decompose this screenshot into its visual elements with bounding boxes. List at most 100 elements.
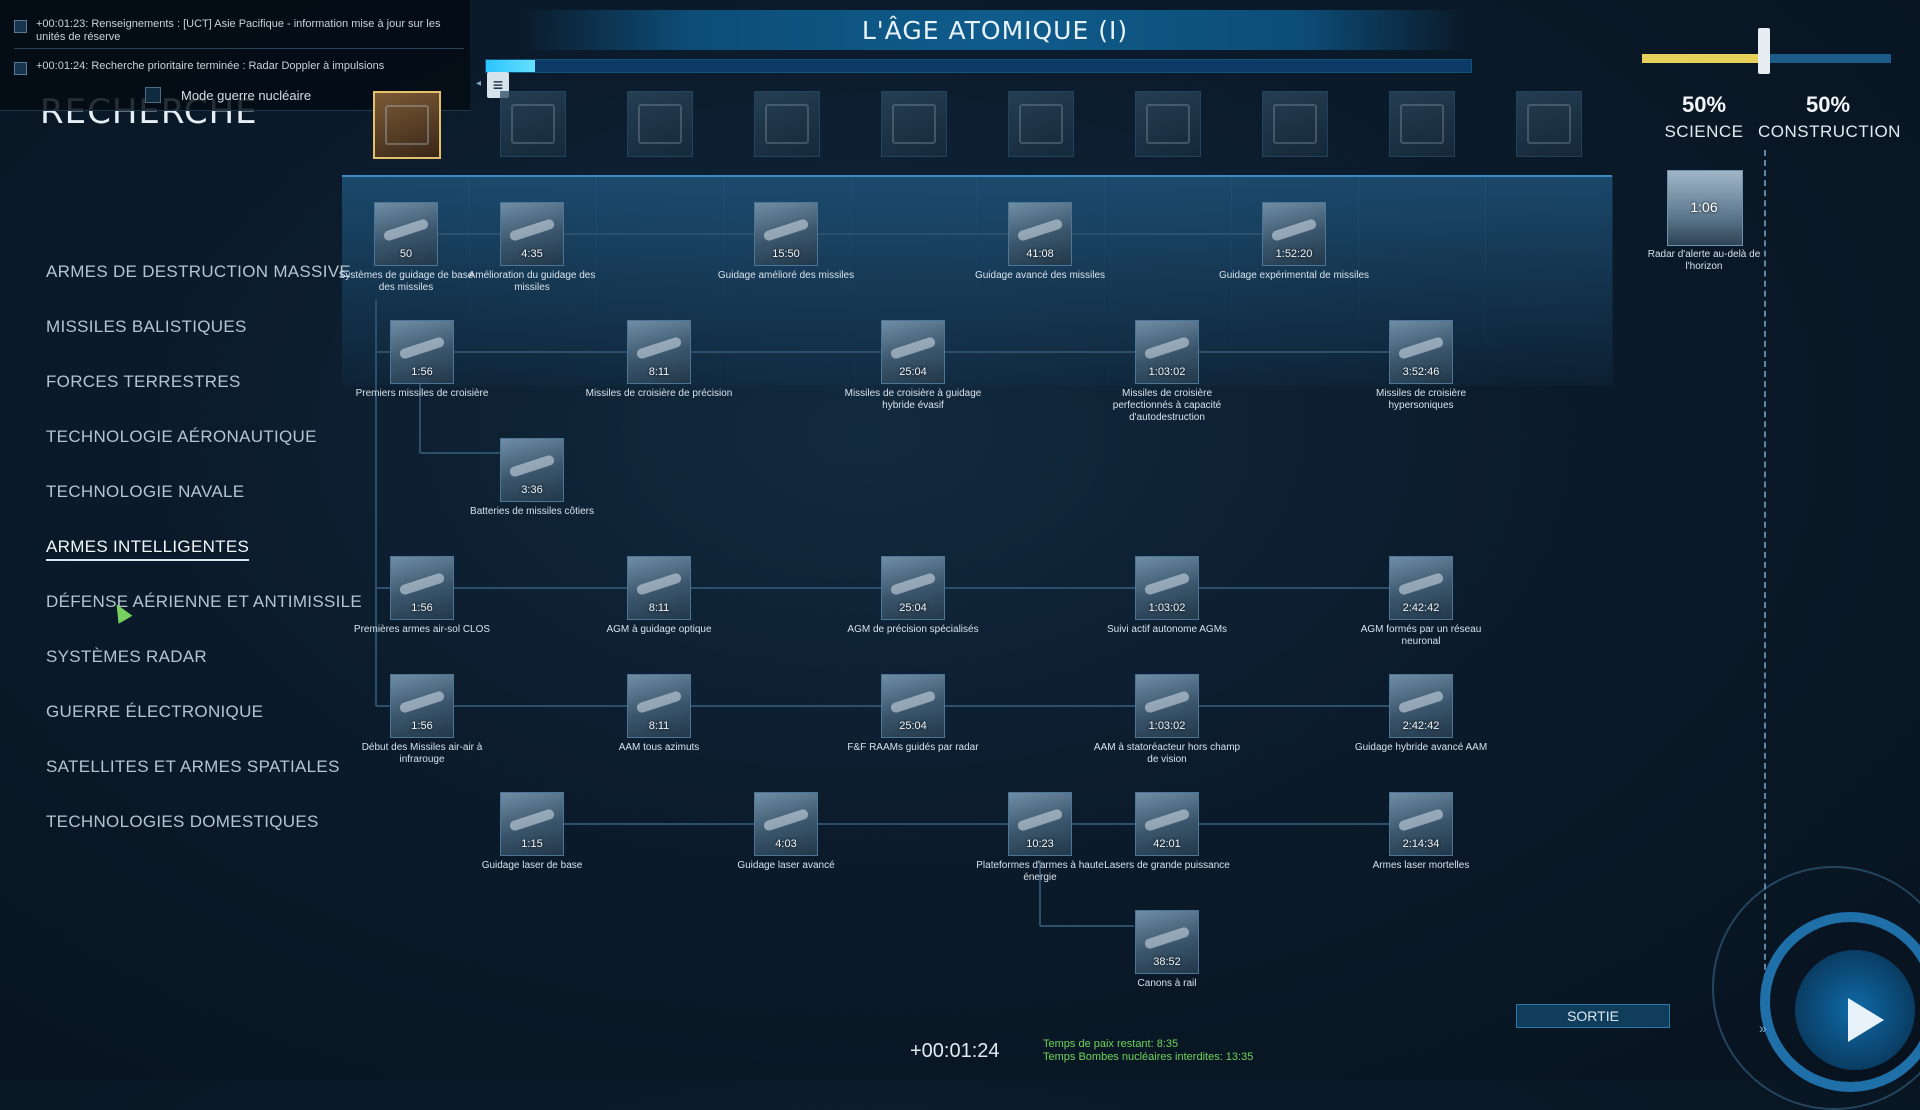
tech-label: Amélioration du guidage des missiles <box>468 270 596 293</box>
category-ballistic-missiles[interactable]: MISSILES BALISTIQUES <box>46 317 247 337</box>
tree-top-border <box>342 175 1612 177</box>
era-thumb-future-icon[interactable] <box>1516 91 1582 157</box>
tech-node[interactable]: 1:56 Début des Missiles air-air à infraro… <box>346 674 496 784</box>
queued-research-label: Radar d'alerte au-delà de l'horizon <box>1647 249 1761 272</box>
tech-time: 38:52 <box>1153 956 1181 968</box>
era-thumb-smartphone-icon[interactable] <box>1135 91 1201 157</box>
category-smart-weapons[interactable]: ARMES INTELLIGENTES <box>46 537 250 561</box>
tech-label: AGM à guidage optique <box>606 624 712 635</box>
category-aeronautics[interactable]: TECHNOLOGIE AÉRONAUTIQUE <box>46 427 317 447</box>
category-wmd[interactable]: ARMES DE DESTRUCTION MASSIVE <box>46 262 351 282</box>
tech-node[interactable]: 38:52 Canons à rail <box>1091 910 1241 1020</box>
tech-label: Missiles de croisière perfectionnés à ca… <box>1112 388 1222 423</box>
tech-label: Guidage avancé des missiles <box>974 270 1106 281</box>
exit-button[interactable]: SORTIE <box>1516 1004 1670 1028</box>
notification-divider <box>14 48 464 49</box>
collapse-arrow-icon[interactable]: ◂ <box>476 78 481 89</box>
tech-time: 15:50 <box>772 248 800 260</box>
era-thumb-computer-icon[interactable] <box>881 91 947 157</box>
tech-node[interactable]: 41:08 Guidage avancé des missiles <box>964 202 1114 312</box>
tech-node[interactable]: 8:11 AGM à guidage optique <box>583 556 733 666</box>
notification-item[interactable]: +00:01:24: Recherche prioritaire terminé… <box>14 60 454 75</box>
tech-time: 1:03:02 <box>1148 720 1186 732</box>
construction-percent: 50% <box>1805 92 1851 117</box>
tech-label: Canons à rail <box>1137 978 1197 989</box>
notification-checkbox[interactable] <box>14 62 27 75</box>
era-thumb-laptop-icon[interactable] <box>1008 91 1074 157</box>
game-clock: +00:01:24 <box>910 1040 1000 1062</box>
era-thumb-drone-icon[interactable] <box>1389 91 1455 157</box>
notification-checkbox[interactable] <box>14 20 27 33</box>
play-icon <box>1848 998 1884 1042</box>
era-thumb-oscilloscope-icon[interactable] <box>627 91 693 157</box>
tech-node[interactable]: 2:14:34 Armes laser mortelles <box>1345 792 1495 902</box>
tech-label: Premiers missiles de croisière <box>355 388 489 399</box>
tech-label: AAM à statoréacteur hors champ de vision <box>1093 742 1241 765</box>
tech-time: 2:42:42 <box>1402 602 1440 614</box>
tech-node[interactable]: 4:35 Amélioration du guidage des missiles <box>456 202 606 312</box>
tech-node[interactable]: 15:50 Guidage amélioré des missiles <box>710 202 860 312</box>
tech-label: Suivi actif autonome AGMs <box>1106 624 1228 635</box>
tech-node[interactable]: 25:04 Missiles de croisière à guidage hyb… <box>837 320 987 430</box>
tech-label: Batteries de missiles côtiers <box>470 506 594 517</box>
tech-label: Guidage hybride avancé AAM <box>1354 742 1488 753</box>
fast-forward-icon[interactable]: » <box>1759 1020 1767 1036</box>
tech-label: Missiles de croisière hypersoniques <box>1375 388 1467 411</box>
tech-node[interactable]: 1:03:02 Suivi actif autonome AGMs <box>1091 556 1241 666</box>
era-progress-fill <box>486 60 536 72</box>
era-thumb-radio-icon[interactable] <box>373 91 441 159</box>
category-satellites-space[interactable]: SATELLITES ET ARMES SPATIALES <box>46 757 340 777</box>
tech-time: 8:11 <box>648 602 670 614</box>
category-ground-forces[interactable]: FORCES TERRESTRES <box>46 372 241 392</box>
era-banner: L'ÂGE ATOMIQUE (I) <box>520 10 1470 50</box>
notification-item[interactable]: +00:01:23: Renseignements : [UCT] Asie P… <box>14 18 454 44</box>
science-allocation-fill <box>1642 54 1767 63</box>
tech-node[interactable]: 8:11 Missiles de croisière de précision <box>583 320 733 430</box>
tech-time: 25:04 <box>899 366 927 378</box>
tech-time: 50 <box>399 248 413 260</box>
category-naval[interactable]: TECHNOLOGIE NAVALE <box>46 482 244 502</box>
budget-slider-handle[interactable] <box>1758 28 1770 74</box>
tech-time: 8:11 <box>648 720 670 732</box>
tech-node[interactable]: 8:11 AAM tous azimuts <box>583 674 733 784</box>
tech-node[interactable]: 3:52:46 Missiles de croisière hypersoniqu… <box>1345 320 1495 430</box>
nuclear-war-mode-label: Mode guerre nucléaire <box>181 88 312 103</box>
era-thumb-circuit-icon[interactable] <box>754 91 820 157</box>
tech-node[interactable]: 1:52:20 Guidage expérimental de missiles <box>1218 202 1370 312</box>
category-electronic-warfare[interactable]: GUERRE ÉLECTRONIQUE <box>46 702 263 722</box>
science-percent: 50% <box>1681 92 1727 117</box>
nuclear-war-mode-checkbox[interactable] <box>145 87 161 103</box>
tech-label: Guidage laser avancé <box>737 860 835 871</box>
tech-node[interactable]: 1:56 Premiers missiles de croisière <box>346 320 496 430</box>
tech-time: 2:42:42 <box>1402 720 1440 732</box>
tech-time: 1:52:20 <box>1275 248 1313 260</box>
tech-node[interactable]: 2:42:42 AGM formés par un réseau neuronal <box>1345 556 1495 666</box>
tech-time: 1:56 <box>411 366 433 378</box>
tech-node[interactable]: 1:56 Premières armes air-sol CLOS <box>346 556 496 666</box>
tech-node[interactable]: 1:03:02 AAM à statoréacteur hors champ de… <box>1091 674 1241 784</box>
tech-node[interactable]: 25:04 F&F RAAMs guidés par radar <box>837 674 987 784</box>
tech-node[interactable]: 42:01 Lasers de grande puissance <box>1091 792 1241 902</box>
era-thumb-smartwatch-icon[interactable] <box>1262 91 1328 157</box>
era-thumb-cassette-icon[interactable] <box>500 91 566 157</box>
category-domestic-tech[interactable]: TECHNOLOGIES DOMESTIQUES <box>46 812 319 832</box>
tech-time: 1:56 <box>411 720 433 732</box>
category-radar[interactable]: SYSTÈMES RADAR <box>46 647 207 667</box>
tech-time: 4:35 <box>521 248 543 260</box>
tech-label: AGM formés par un réseau neuronal <box>1360 624 1482 647</box>
tech-label: Guidage expérimental de missiles <box>1218 270 1370 281</box>
tech-time: 4:03 <box>775 838 797 850</box>
category-air-missile-defense[interactable]: DÉFENSE AÉRIENNE ET ANTIMISSILE <box>46 592 362 612</box>
tech-node[interactable]: 1:03:02 Missiles de croisière perfectionn… <box>1091 320 1241 430</box>
tech-node[interactable]: 25:04 AGM de précision spécialisés <box>837 556 987 666</box>
tech-label: Missiles de croisière de précision <box>585 388 733 399</box>
tech-time: 1:56 <box>411 602 433 614</box>
tech-time: 3:36 <box>521 484 543 496</box>
tech-node[interactable]: 3:36 Batteries de missiles côtiers <box>456 438 606 548</box>
tech-label: Premières armes air-sol CLOS <box>353 624 491 635</box>
tech-node[interactable]: 4:03 Guidage laser avancé <box>710 792 860 902</box>
tech-node[interactable]: 1:15 Guidage laser de base <box>456 792 606 902</box>
tech-node[interactable]: 2:42:42 Guidage hybride avancé AAM <box>1345 674 1495 784</box>
tech-label: AAM tous azimuts <box>618 742 700 753</box>
panel-divider <box>1764 150 1766 1010</box>
